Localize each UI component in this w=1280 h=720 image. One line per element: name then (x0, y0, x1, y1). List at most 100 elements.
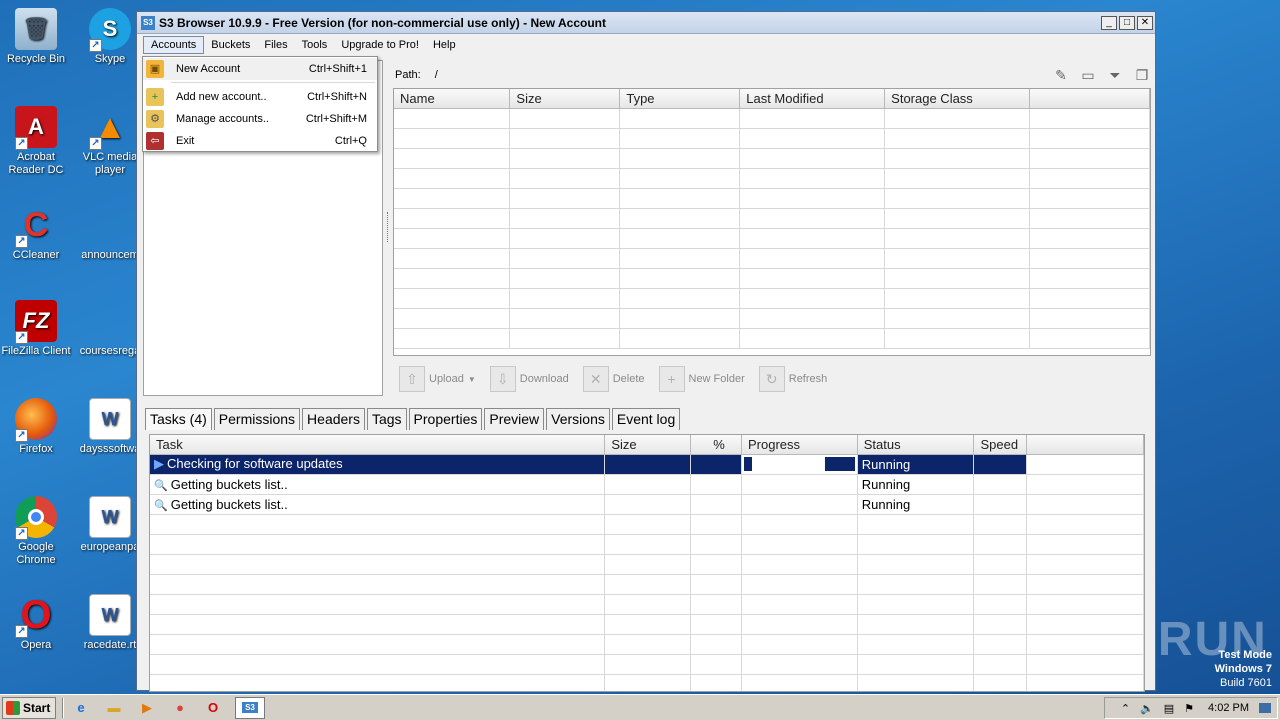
task-status: Running (857, 454, 975, 475)
table-cell (1026, 574, 1144, 595)
upload-button[interactable]: ⇧ Upload ▼ (399, 366, 476, 392)
action-center-flag-icon[interactable]: ⚑ (1184, 702, 1194, 715)
menu-help[interactable]: Help (426, 37, 463, 53)
minimize-button[interactable]: _ (1101, 15, 1117, 30)
show-desktop-icon[interactable] (1259, 703, 1271, 713)
close-button[interactable]: ✕ (1137, 15, 1153, 30)
filter-icon[interactable]: ⏷ (1106, 66, 1124, 84)
download-button[interactable]: ⇩ Download (489, 366, 569, 392)
desktop-icon-opera[interactable]: O ↗ Opera (0, 593, 72, 652)
table-cell (619, 228, 741, 249)
menu-buckets[interactable]: Buckets (204, 37, 257, 53)
recycle-bin-icon: 🗑 (15, 8, 57, 50)
tab-versions[interactable]: Versions (546, 408, 610, 430)
media-player-icon[interactable]: ▶ (136, 698, 158, 718)
tab-preview[interactable]: Preview (484, 408, 545, 430)
column-filler (1026, 435, 1144, 455)
table-cell (1026, 674, 1144, 691)
system-tray: ⌃ 🔈 ▤ ⚑ 4:02 PM (1104, 697, 1278, 719)
column-name[interactable]: Name (394, 89, 511, 109)
column-speed[interactable]: Speed (973, 435, 1028, 455)
menu-item-manage-accounts[interactable]: ⚙ Manage accounts.. Ctrl+Shift+M (143, 108, 377, 130)
menu-item-label: Add new account.. (176, 91, 267, 103)
taskbar-s3-browser-button[interactable]: S3 (235, 696, 265, 719)
desktop-icon-recycle-bin[interactable]: 🗑 Recycle Bin (0, 8, 72, 66)
table-cell (150, 654, 606, 675)
desktop-icon-firefox[interactable]: ↗ Firefox (0, 398, 72, 456)
chrome-icon: ↗ (15, 496, 57, 540)
column-percent[interactable]: % (690, 435, 742, 455)
tab-event-log[interactable]: Event log (611, 408, 681, 430)
table-cell (394, 188, 511, 209)
desktop-icon-filezilla[interactable]: FZ ↗ FileZilla Client (0, 300, 72, 358)
tab-tags[interactable]: Tags (366, 408, 407, 430)
column-storage-class[interactable]: Storage Class (884, 89, 1031, 109)
table-cell (619, 168, 741, 189)
tab-headers[interactable]: Headers (302, 408, 365, 430)
table-cell (857, 594, 975, 615)
desktop-icon-ccleaner[interactable]: C ↗ CCleaner (0, 204, 72, 262)
task-row[interactable]: 🔍 Getting buckets list.. Running (150, 474, 1144, 495)
menu-accounts[interactable]: Accounts (143, 36, 205, 54)
table-cell (1029, 148, 1150, 169)
title-bar[interactable]: S3 S3 Browser 10.9.9 - Free Version (for… (137, 12, 1155, 34)
window-icon[interactable]: ▭ (1079, 66, 1097, 84)
start-button[interactable]: Start (2, 696, 56, 719)
table-cell (150, 574, 606, 595)
column-last-modified[interactable]: Last Modified (739, 89, 886, 109)
opera-icon[interactable]: O (202, 698, 224, 718)
files-table: Name Size Type Last Modified Storage Cla… (393, 88, 1151, 356)
ie-icon[interactable]: e (70, 698, 92, 718)
task-row[interactable]: ▶ Checking for software updates Running (150, 454, 1144, 475)
volume-icon[interactable]: 🔈 (1140, 702, 1154, 715)
clock[interactable]: 4:02 PM (1208, 702, 1249, 714)
column-size[interactable]: Size (509, 89, 621, 109)
table-row (394, 148, 1150, 169)
table-cell (739, 208, 886, 229)
column-size[interactable]: Size (604, 435, 692, 455)
table-row (394, 228, 1150, 249)
vertical-splitter[interactable] (387, 212, 390, 242)
table-cell (1029, 308, 1150, 329)
tab-tasks[interactable]: Tasks (4) (145, 408, 212, 430)
menu-upgrade[interactable]: Upgrade to Pro! (334, 37, 426, 53)
tab-properties[interactable]: Properties (408, 408, 483, 430)
copy-icon[interactable]: ❐ (1133, 66, 1151, 84)
accounts-menu-dropdown: ▣ New Account Ctrl+Shift+1 + Add new acc… (142, 56, 378, 152)
menu-tools[interactable]: Tools (295, 37, 335, 53)
refresh-label: Refresh (788, 373, 828, 385)
desktop-icon-chrome[interactable]: ↗ Google Chrome (0, 496, 72, 567)
table-cell (741, 614, 858, 635)
task-row[interactable]: 🔍 Getting buckets list.. Running (150, 494, 1144, 515)
desktop-icon-acrobat[interactable]: A ↗ Acrobat Reader DC (0, 106, 72, 177)
table-cell (690, 654, 742, 675)
column-status[interactable]: Status (857, 435, 975, 455)
table-cell (604, 634, 692, 655)
column-progress[interactable]: Progress (741, 435, 858, 455)
table-cell (604, 574, 692, 595)
menu-item-add-account[interactable]: + Add new account.. Ctrl+Shift+N (143, 86, 377, 108)
column-type[interactable]: Type (619, 89, 741, 109)
shortcut-arrow-icon: ↗ (89, 137, 102, 150)
taskbar-separator (62, 697, 64, 718)
menu-item-new-account[interactable]: ▣ New Account Ctrl+Shift+1 (143, 58, 377, 80)
network-icon[interactable]: ▤ (1164, 702, 1174, 715)
path-value[interactable]: / (435, 69, 1043, 81)
column-task[interactable]: Task (150, 435, 606, 455)
delete-button[interactable]: ✕ Delete (582, 366, 645, 392)
tab-permissions[interactable]: Permissions (213, 408, 301, 430)
chrome-icon[interactable]: ● (169, 698, 191, 718)
menu-files[interactable]: Files (257, 37, 294, 53)
table-cell (604, 654, 692, 675)
maximize-button[interactable]: □ (1119, 15, 1135, 30)
new-folder-button[interactable]: + New Folder (658, 366, 745, 392)
refresh-button[interactable]: ↻ Refresh (758, 366, 828, 392)
edit-icon[interactable]: ✎ (1052, 66, 1070, 84)
show-hidden-icons-icon[interactable]: ⌃ (1121, 702, 1130, 715)
menu-item-exit[interactable]: ⇦ Exit Ctrl+Q (143, 130, 377, 152)
task-status: Running (857, 494, 975, 515)
table-row (394, 168, 1150, 189)
table-cell (1026, 594, 1144, 615)
explorer-icon[interactable]: ▬ (103, 698, 125, 718)
table-cell (150, 554, 606, 575)
